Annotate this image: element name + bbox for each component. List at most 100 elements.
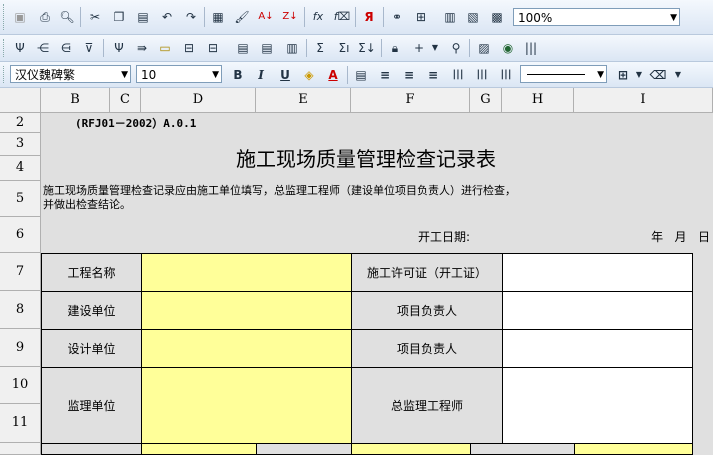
row-height-icon[interactable]: ⊟ [180,39,198,57]
sheet-icon[interactable]: ▥ [441,8,459,26]
supervision-unit-input[interactable] [141,367,352,444]
wrap-icon[interactable]: ▤ [352,66,370,84]
row-header-10[interactable]: 10 [0,367,41,404]
column-header-b[interactable]: B [41,88,110,113]
sum-column-icon[interactable]: Σ↓ [358,39,376,57]
sheet-delete-icon[interactable]: ▩ [488,8,506,26]
column-header-i[interactable]: I [574,88,713,113]
insert-function-icon[interactable]: f⌧ [333,8,351,26]
fill-color-icon[interactable]: ◈ [300,66,318,84]
function-icon[interactable]: fx [309,8,327,26]
line-style-select[interactable]: ▼ [520,65,607,83]
align-right-icon[interactable]: ≡ [424,66,442,84]
chevron-down-icon[interactable]: ▼ [212,66,219,84]
table-c-icon[interactable]: ▥ [283,39,301,57]
fill-icon[interactable]: ▭ [156,39,174,57]
next-row-cell[interactable] [574,443,693,455]
row-header-3[interactable]: 3 [0,133,41,156]
separator [381,39,382,57]
toolbar-grip[interactable] [3,4,7,30]
split-icon[interactable]: ⇛ [133,39,151,57]
font-color-icon[interactable]: A [324,66,342,84]
row-header-8[interactable]: 8 [0,291,41,329]
column-header-h[interactable]: H [502,88,574,113]
chief-engineer-input[interactable] [502,367,693,444]
column-width-icon[interactable]: ⊟ [204,39,222,57]
copy-icon[interactable]: ❐ [110,8,128,26]
next-row-cell[interactable] [351,443,471,455]
insert-row-icon[interactable]: Ψ [11,39,29,57]
paste-icon[interactable]: ▤ [134,8,152,26]
project-manager-input-1[interactable] [502,291,693,330]
link-icon[interactable]: ⚲ [447,39,465,57]
find-binoculars-icon[interactable]: ⚭ [388,8,406,26]
format-painter-icon[interactable]: 🖌︎ [233,8,251,26]
italic-button[interactable]: I [252,66,270,84]
sum-icon[interactable]: Σ [311,39,329,57]
permit-input[interactable] [502,253,693,292]
sort-ascending-icon[interactable]: A↓ [257,8,275,26]
row-header-7[interactable]: 7 [0,253,41,291]
bold-button[interactable]: B [229,66,247,84]
table-b-icon[interactable]: ▤ [258,39,276,57]
design-unit-input[interactable] [141,329,352,368]
column-header-g[interactable]: G [470,88,502,113]
bookmark-icon[interactable]: Я [360,8,378,26]
chevron-down-icon[interactable]: ▼ [426,39,444,57]
chevron-down-icon[interactable]: ▼ [597,66,604,84]
align-center-icon[interactable]: ≡ [400,66,418,84]
delete-row-icon[interactable]: ⊽ [80,39,98,57]
row-header-9[interactable]: 9 [0,329,41,367]
barcode-icon[interactable]: ||| [522,39,540,57]
construction-unit-input[interactable] [141,291,352,330]
next-row-cell[interactable] [141,443,257,455]
table-a-icon[interactable]: ▤ [234,39,252,57]
cell-format-icon[interactable]: ▦ [209,8,227,26]
cut-icon[interactable]: ✂ [86,8,104,26]
sort-descending-icon[interactable]: Z↓ [281,8,299,26]
print-icon[interactable]: ⎙ [36,8,54,26]
column-header-d[interactable]: D [141,88,256,113]
align-left-icon[interactable]: ≡ [376,66,394,84]
chevron-down-icon[interactable]: ▼ [121,66,128,84]
toolbar-grip[interactable] [3,66,7,83]
justify-icon[interactable]: ||| [497,66,515,84]
underline-button[interactable]: U [276,66,294,84]
row-header-4[interactable]: 4 [0,156,41,181]
row-header-11[interactable]: 11 [0,404,41,443]
row-header-2[interactable]: 2 [0,113,41,133]
vertical-align-icon[interactable]: ||| [473,66,491,84]
column-header-e[interactable]: E [256,88,351,113]
zoom-select[interactable]: 100% ▼ [513,8,680,26]
delete-column-icon[interactable]: ⋳ [57,39,75,57]
project-name-input[interactable] [141,253,352,292]
column-header-f[interactable]: F [351,88,470,113]
chevron-down-icon[interactable]: ▼ [669,66,687,84]
font-name-select[interactable]: 汉仪魏碑繁 ▼ [10,65,131,83]
project-manager-input-2[interactable] [502,329,693,368]
row-header-12[interactable] [0,443,41,455]
sum-insert-icon[interactable]: Σı [335,39,353,57]
lock-icon[interactable]: 🔒︎ [386,39,404,57]
insert-column-icon[interactable]: ⋲ [34,39,52,57]
row-header-6[interactable]: 6 [0,217,41,253]
grid-icon[interactable]: ⊞ [412,8,430,26]
merge-icon[interactable]: Ψ [110,39,128,57]
select-all-corner[interactable] [0,88,41,113]
project-manager-label-2: 项目负责人 [351,329,503,368]
print-preview-icon[interactable]: 🔍︎ [58,8,76,26]
column-header-c[interactable]: C [110,88,141,113]
toolbar-grip[interactable] [3,39,7,57]
chevron-down-icon[interactable]: ▼ [630,66,648,84]
distributed-align-icon[interactable]: ||| [449,66,467,84]
globe-icon[interactable]: ◉ [499,39,517,57]
image-icon[interactable]: ▨ [475,39,493,57]
row-header-5[interactable]: 5 [0,181,41,217]
sheet-copy-icon[interactable]: ▧ [464,8,482,26]
redo-icon[interactable]: ↷ [182,8,200,26]
chevron-down-icon[interactable]: ▼ [670,9,677,27]
eraser-icon[interactable]: ⌫ [649,66,667,84]
save-icon[interactable]: ▣ [11,8,29,26]
font-size-select[interactable]: 10 ▼ [136,65,222,83]
undo-icon[interactable]: ↶ [158,8,176,26]
